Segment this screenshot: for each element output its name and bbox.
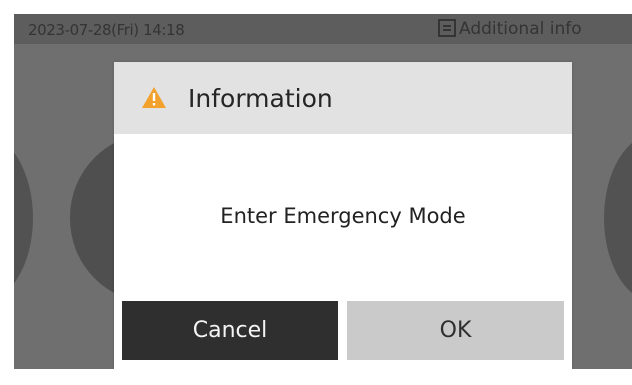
dialog-message: Enter Emergency Mode bbox=[220, 204, 466, 228]
ok-button[interactable]: OK bbox=[347, 301, 564, 360]
cancel-button[interactable]: Cancel bbox=[122, 301, 338, 360]
warning-icon bbox=[141, 86, 167, 109]
dialog-header: Information bbox=[114, 62, 572, 134]
status-bar: 2023-07-28(Fri) 14:18 Additional info bbox=[14, 14, 632, 44]
dialog-title: Information bbox=[188, 84, 333, 113]
status-datetime: 2023-07-28(Fri) 14:18 bbox=[28, 21, 185, 39]
information-dialog: Information Enter Emergency Mode Cancel … bbox=[114, 62, 572, 369]
additional-info-label[interactable]: Additional info bbox=[459, 19, 582, 39]
background-left-shape bbox=[14, 133, 33, 303]
screen-background: 2023-07-28(Fri) 14:18 Additional info In… bbox=[14, 14, 632, 369]
document-info-icon bbox=[438, 19, 456, 37]
background-right-shape bbox=[604, 133, 632, 303]
